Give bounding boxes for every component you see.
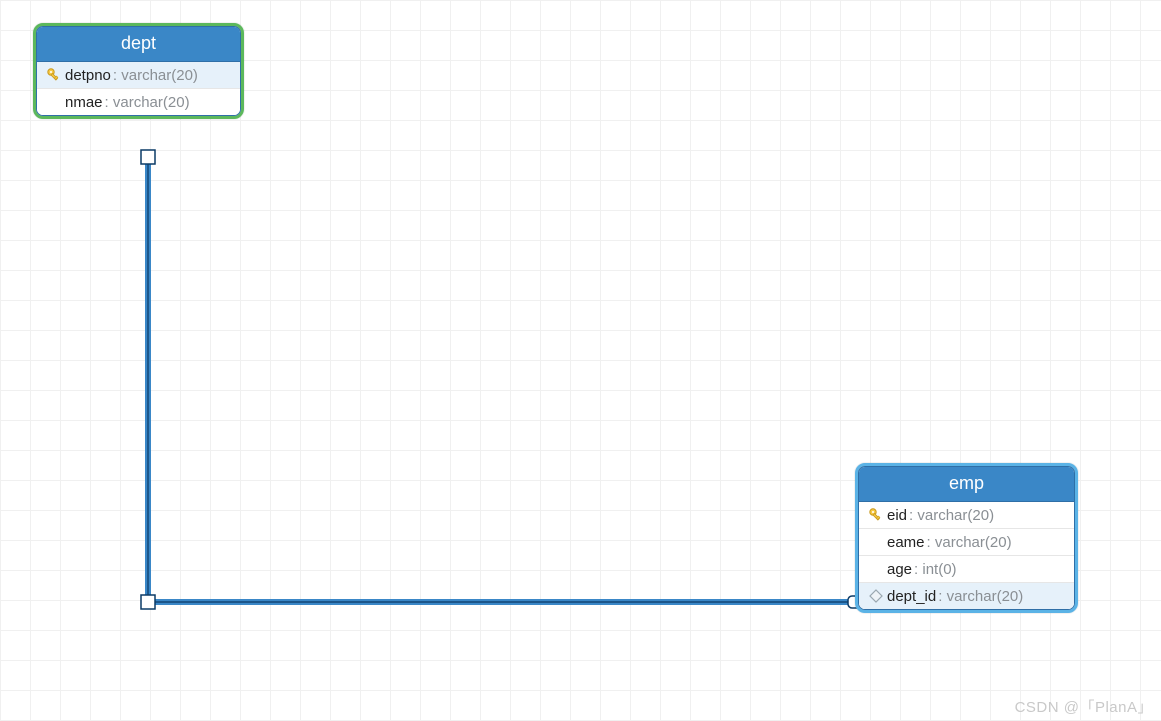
key-icon [865,506,887,524]
column-row[interactable]: eid: varchar(20) [859,502,1074,529]
column-row[interactable]: eame: varchar(20) [859,529,1074,556]
column-row[interactable]: dept_id: varchar(20) [859,583,1074,609]
entity-dept-title: dept [37,27,240,62]
column-row[interactable]: age: int(0) [859,556,1074,583]
column-name: dept_id [887,588,936,605]
blank-icon [865,533,887,551]
column-name: eame [887,534,925,551]
column-name: nmae [65,94,103,111]
column-name: age [887,561,912,578]
entity-emp-columns: eid: varchar(20) eame: varchar(20) age: … [859,502,1074,609]
watermark-text: CSDN @「PlanA」 [1015,696,1153,717]
entity-emp-title: emp [859,467,1074,502]
column-type: : varchar(20) [105,94,190,111]
entity-emp[interactable]: emp eid: varchar(20) eame: [855,463,1078,613]
column-type: : varchar(20) [909,507,994,524]
column-row[interactable]: detpno: varchar(20) [37,62,240,89]
key-icon [43,66,65,84]
entity-dept-columns: detpno: varchar(20) nmae: varchar(20) [37,62,240,115]
column-type: : varchar(20) [938,588,1023,605]
fk-icon [865,587,887,605]
column-type: : varchar(20) [113,67,198,84]
blank-icon [43,93,65,111]
entity-dept[interactable]: dept detpno: varchar(20) nm [33,23,244,119]
column-name: detpno [65,67,111,84]
erd-canvas[interactable]: dept detpno: varchar(20) nm [0,0,1161,721]
column-type: : varchar(20) [927,534,1012,551]
column-type: : int(0) [914,561,957,578]
column-row[interactable]: nmae: varchar(20) [37,89,240,115]
column-name: eid [887,507,907,524]
blank-icon [865,560,887,578]
